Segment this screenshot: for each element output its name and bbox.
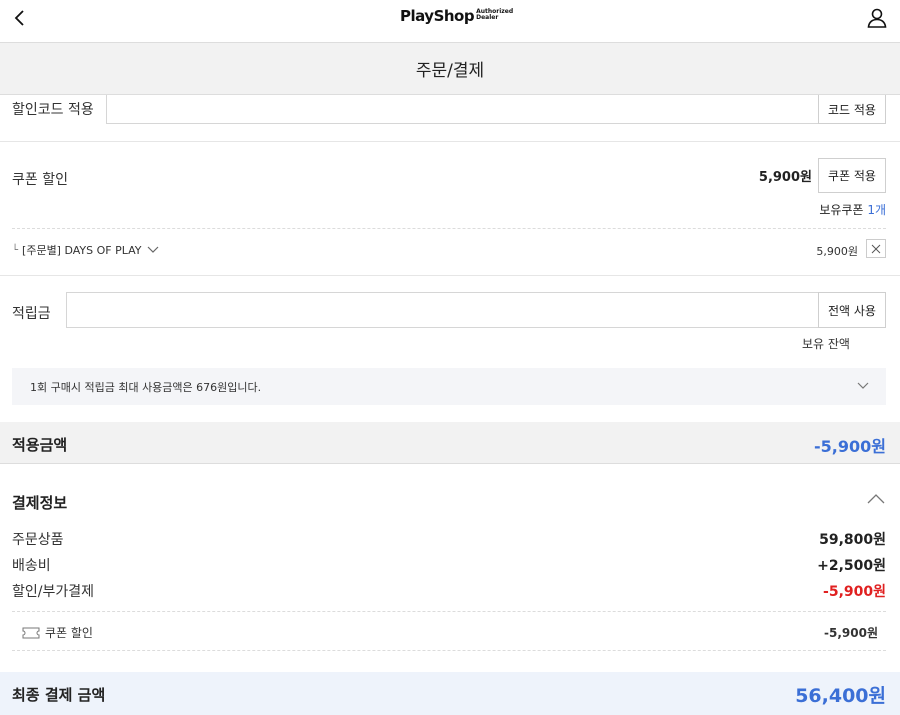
collapse-payment-info-button[interactable] (864, 490, 888, 508)
applied-total-label: 적용금액 (12, 436, 68, 454)
owned-coupons-count: 1개 (867, 203, 886, 217)
points-input[interactable] (66, 292, 819, 328)
page-title: 주문/결제 (0, 43, 900, 95)
final-payment-bar: 최종 결제 금액 56,400원 (0, 672, 900, 715)
owned-coupons[interactable]: 보유쿠폰 1개 (740, 201, 886, 218)
points-notice-text: 1회 구매시 적립금 최대 사용금액은 676원입니다. (30, 380, 262, 394)
apply-code-button[interactable]: 코드 적용 (818, 95, 886, 124)
close-icon (871, 244, 881, 253)
tree-branch-icon: └ (12, 244, 19, 256)
coupon-discount-amount: 5,900원 (758, 170, 812, 185)
coupon-discount-detail: 쿠폰 할인 (22, 624, 93, 641)
divider (0, 141, 900, 142)
logo-sub-line-2: Dealer (476, 14, 499, 21)
coupon-discount-label: 쿠폰 할인 (12, 172, 68, 188)
applied-coupon-row[interactable]: └ [주문별] DAYS OF PLAY (12, 242, 160, 258)
chevron-left-icon (14, 10, 24, 26)
applied-coupon-amount: 5,900원 (816, 245, 858, 258)
coupon-discount-detail-label: 쿠폰 할인 (45, 626, 93, 640)
playshop-logo[interactable]: PlayShop Authorized Dealer (400, 6, 513, 28)
divider (0, 275, 900, 276)
discount-code-input[interactable] (106, 95, 819, 124)
discount-amount: -5,900원 (823, 584, 886, 600)
top-navigation-bar: PlayShop Authorized Dealer (0, 0, 900, 43)
remove-coupon-button[interactable] (866, 239, 886, 258)
final-payment-label: 최종 결제 금액 (12, 686, 106, 704)
chevron-up-icon (867, 494, 885, 504)
account-button[interactable] (866, 7, 888, 29)
applied-total-amount: -5,900원 (814, 437, 886, 456)
dashed-divider (12, 228, 886, 229)
dashed-divider (12, 611, 886, 612)
user-icon (867, 8, 887, 28)
owned-coupons-label: 보유쿠폰 (819, 203, 864, 217)
discount-label: 할인/부가결제 (12, 584, 94, 600)
payment-info-title: 결제정보 (12, 494, 68, 512)
points-balance-label: 보유 잔액 (802, 337, 850, 351)
shipping-fee-label: 배송비 (12, 558, 51, 574)
coupon-discount-detail-amount: -5,900원 (824, 626, 878, 640)
ticket-icon (22, 627, 40, 638)
applied-total-bar: 적용금액 -5,900원 (0, 422, 900, 464)
order-items-label: 주문상품 (12, 532, 64, 548)
chevron-down-icon (147, 246, 158, 253)
applied-coupon-name: [주문별] DAYS OF PLAY (22, 244, 142, 257)
apply-coupon-button[interactable]: 쿠폰 적용 (818, 158, 886, 193)
final-payment-amount: 56,400원 (795, 685, 886, 707)
use-all-points-button[interactable]: 전액 사용 (818, 292, 886, 328)
order-items-amount: 59,800원 (819, 532, 886, 548)
logo-text: PlayShop (400, 7, 475, 25)
discount-code-label: 할인코드 적용 (12, 102, 94, 118)
dashed-divider (12, 650, 886, 651)
chevron-down-icon (857, 382, 869, 389)
shipping-fee-amount: +2,500원 (817, 558, 886, 574)
points-label: 적립금 (12, 306, 51, 322)
points-notice[interactable]: 1회 구매시 적립금 최대 사용금액은 676원입니다. (12, 368, 886, 405)
logo-subtext: Authorized Dealer (476, 9, 513, 21)
back-button[interactable] (10, 6, 32, 30)
